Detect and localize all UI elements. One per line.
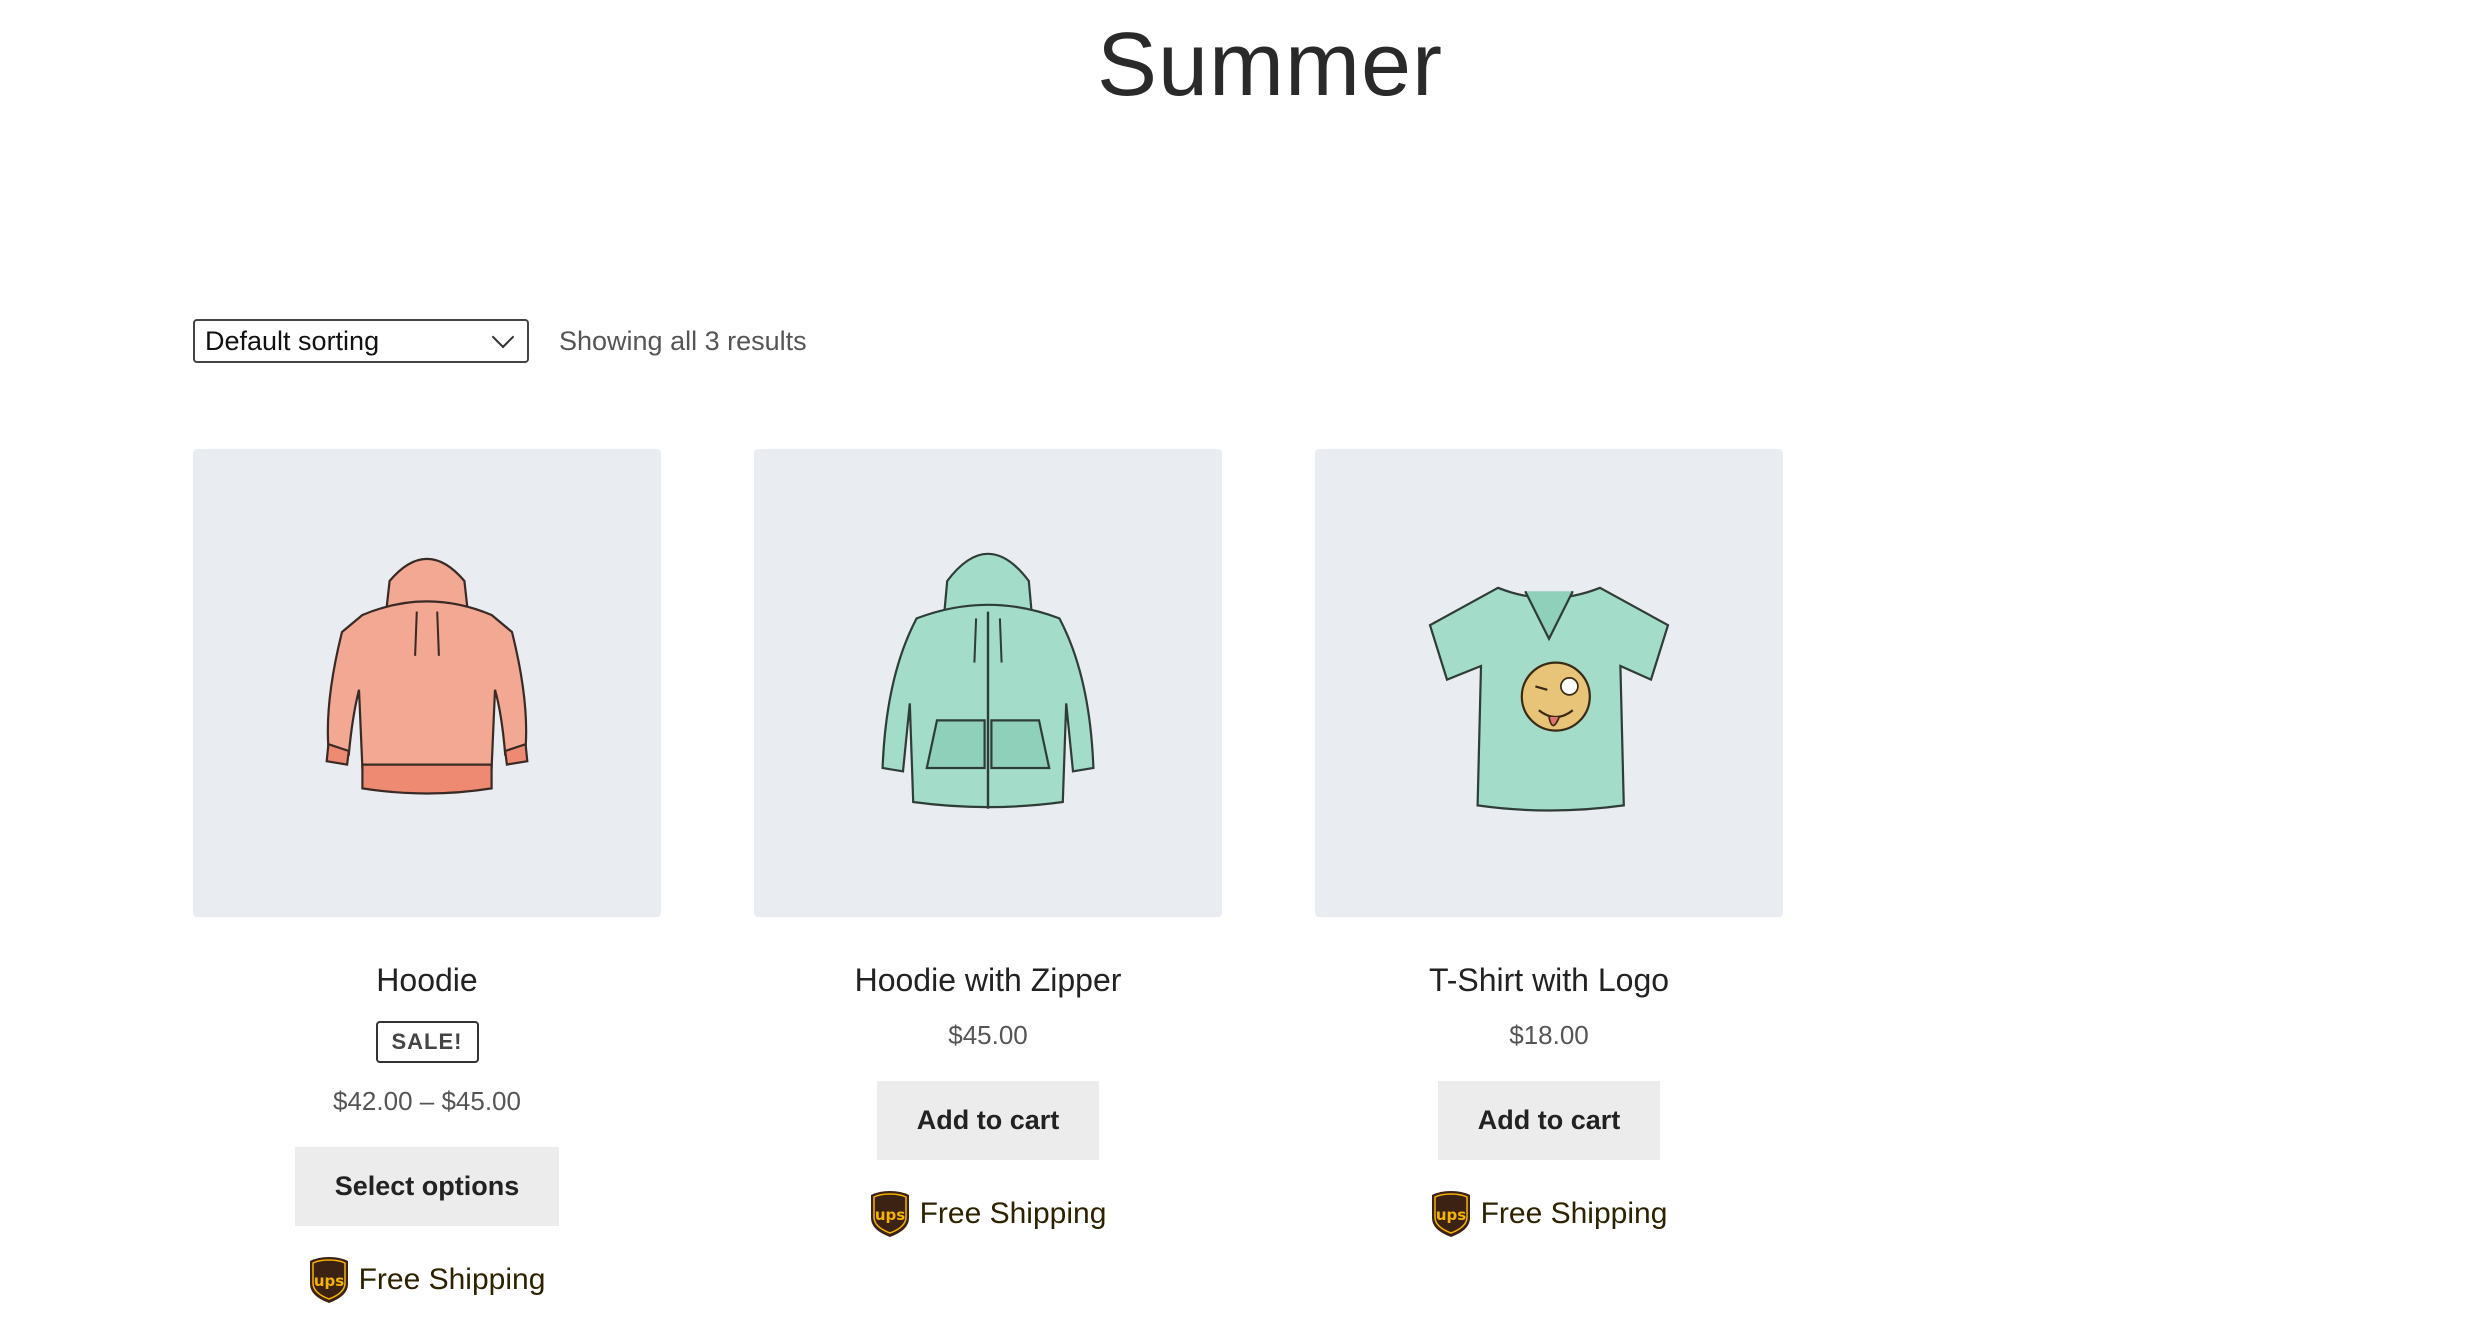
shipping-label: Free Shipping [1480, 1197, 1668, 1230]
shipping-info: ups Free Shipping [193, 1256, 661, 1304]
product-card-hoodie: Hoodie SALE! $42.00 – $45.00 Select opti… [193, 449, 661, 1304]
shop-toolbar: Default sorting Showing all 3 results [193, 319, 807, 363]
shipping-label: Free Shipping [358, 1263, 546, 1296]
sale-badge: SALE! [375, 1021, 479, 1063]
product-card-tshirt-with-logo: T-Shirt with Logo $18.00 Add to cart ups… [1315, 449, 1783, 1238]
tshirt-image [1428, 586, 1670, 812]
add-to-cart-button[interactable]: Add to cart [876, 1081, 1100, 1160]
product-card-hoodie-with-zipper: Hoodie with Zipper $45.00 Add to cart up… [754, 449, 1222, 1238]
product-image[interactable] [1315, 449, 1783, 917]
product-image[interactable] [193, 449, 661, 917]
ups-logo-icon: ups [309, 1257, 348, 1303]
add-to-cart-button[interactable]: Add to cart [1437, 1081, 1661, 1160]
svg-text:ups: ups [1435, 1206, 1465, 1224]
sort-select-value: Default sorting [205, 325, 380, 356]
shipping-label: Free Shipping [919, 1197, 1107, 1230]
product-title[interactable]: T-Shirt with Logo [1315, 961, 1783, 999]
shipping-info: ups Free Shipping [754, 1190, 1222, 1238]
zip-hoodie-image [881, 552, 1095, 809]
ups-logo-icon: ups [870, 1191, 909, 1237]
svg-text:ups: ups [313, 1272, 343, 1290]
product-price: $18.00 [1509, 1020, 1589, 1050]
product-price: $42.00 – $45.00 [333, 1086, 521, 1116]
shipping-info: ups Free Shipping [1315, 1190, 1783, 1238]
chevron-down-icon [491, 325, 515, 349]
sort-select[interactable]: Default sorting [193, 319, 529, 363]
product-price: $45.00 [948, 1020, 1028, 1050]
product-image[interactable] [754, 449, 1222, 917]
product-title[interactable]: Hoodie with Zipper [754, 961, 1222, 999]
product-title[interactable]: Hoodie [193, 961, 661, 999]
ups-logo-icon: ups [1431, 1191, 1470, 1237]
select-options-button[interactable]: Select options [294, 1147, 560, 1226]
hoodie-image [325, 557, 529, 795]
page-title: Summer [1096, 15, 1444, 115]
result-count: Showing all 3 results [559, 325, 807, 356]
svg-text:ups: ups [874, 1206, 904, 1224]
